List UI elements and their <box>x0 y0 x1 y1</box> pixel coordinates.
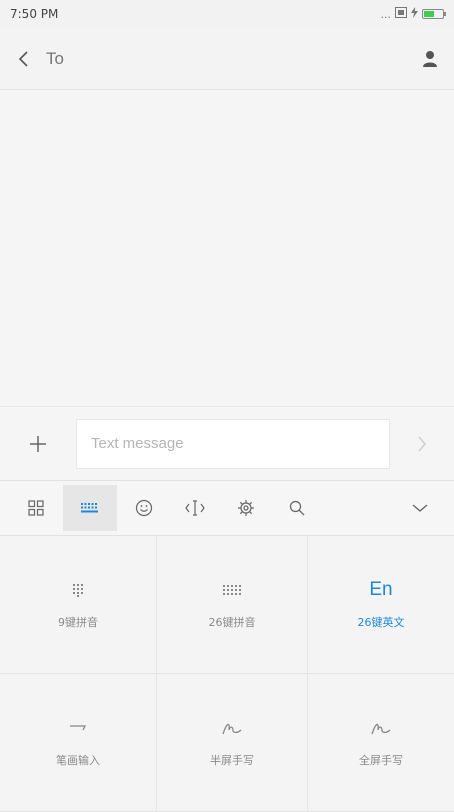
chevron-right-icon <box>418 435 427 452</box>
chevron-left-icon <box>18 50 28 67</box>
ime-settings-button[interactable] <box>222 485 270 531</box>
mode-half-handwriting[interactable]: 半屏手写 <box>157 674 308 812</box>
handwriting-icon <box>221 718 243 738</box>
keyboard-icon <box>81 503 98 513</box>
attach-button[interactable] <box>0 407 76 481</box>
nine-key-icon <box>72 580 84 600</box>
english-icon: En <box>369 578 393 600</box>
ime-keyboard-button[interactable] <box>63 485 117 531</box>
person-icon <box>423 50 437 67</box>
mode-label: 笔画输入 <box>56 753 100 767</box>
en-text: En <box>369 578 393 600</box>
mode-26key-pinyin[interactable]: 26键拼音 <box>157 536 308 674</box>
settings-icon <box>238 500 254 516</box>
conversation-area <box>0 90 454 406</box>
status-time: 7:50 PM <box>10 7 59 21</box>
ime-cursor-button[interactable] <box>171 485 219 531</box>
signal-dots: ... <box>380 7 392 21</box>
mode-label: 9键拼音 <box>58 615 98 629</box>
ime-emoji-button[interactable] <box>120 485 168 531</box>
back-button[interactable] <box>0 28 46 90</box>
compose-bar <box>0 406 454 480</box>
add-contact-button[interactable] <box>406 28 454 90</box>
mode-stroke-input[interactable]: 笔画输入 <box>0 674 157 812</box>
handwriting-icon <box>370 718 392 738</box>
stroke-icon <box>68 718 88 738</box>
ime-toolbar <box>0 480 454 536</box>
mode-label: 26键英文 <box>357 615 405 629</box>
charging-icon <box>411 7 418 21</box>
plus-icon <box>30 435 46 452</box>
battery-icon <box>422 9 446 19</box>
emoji-icon <box>135 499 153 517</box>
status-bar: 7:50 PM ... <box>0 0 454 28</box>
mode-full-handwriting[interactable]: 全屏手写 <box>308 674 454 812</box>
ime-collapse-button[interactable] <box>392 485 448 531</box>
status-icons: ... <box>380 7 446 21</box>
mode-9key-pinyin[interactable]: 9键拼音 <box>0 536 157 674</box>
battery-fill <box>424 11 434 17</box>
qwerty-icon <box>222 580 242 600</box>
send-button[interactable] <box>390 407 454 481</box>
to-recipient-input[interactable] <box>46 38 406 79</box>
ime-grid-button[interactable] <box>12 485 60 531</box>
grid-icon <box>28 500 44 516</box>
mode-label: 全屏手写 <box>359 753 403 767</box>
chevron-down-icon <box>412 504 428 512</box>
header <box>0 28 454 90</box>
mode-26key-english[interactable]: En 26键英文 <box>308 536 454 674</box>
notification-icon <box>395 7 407 21</box>
cursor-icon <box>185 500 205 516</box>
mode-label: 26键拼音 <box>208 615 256 629</box>
message-input[interactable] <box>76 418 390 469</box>
search-icon <box>289 500 305 516</box>
mode-label: 半屏手写 <box>210 753 254 767</box>
input-mode-grid: 9键拼音 26键拼音 En 26键英文 笔画输入 半屏手写 全屏手写 <box>0 536 454 812</box>
ime-search-button[interactable] <box>273 485 321 531</box>
